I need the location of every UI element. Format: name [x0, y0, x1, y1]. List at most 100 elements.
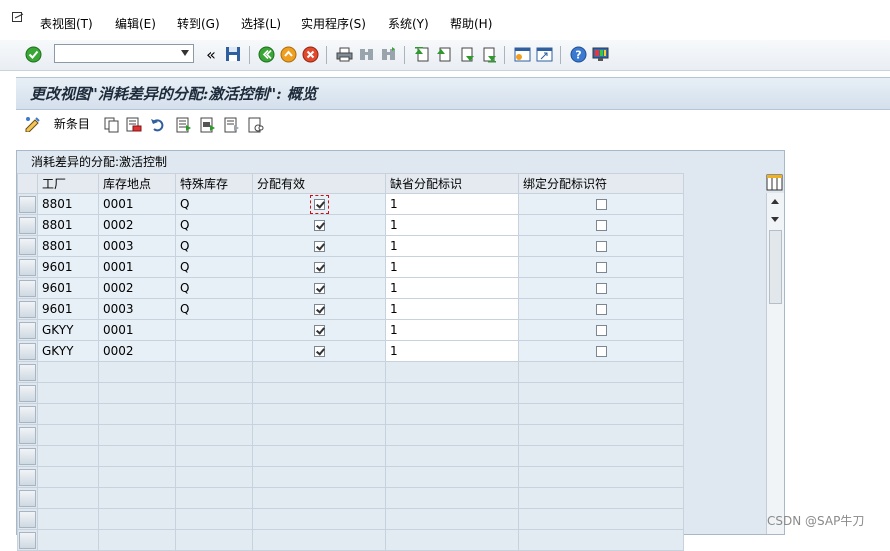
- row-select-button[interactable]: [19, 426, 36, 444]
- row-selector[interactable]: [17, 445, 38, 467]
- row-selector[interactable]: [17, 466, 38, 488]
- deselect-all-icon[interactable]: [224, 117, 240, 136]
- next-page-icon[interactable]: [457, 45, 475, 63]
- row-selector[interactable]: [17, 235, 38, 257]
- row-selector[interactable]: [17, 403, 38, 425]
- row-select-button[interactable]: [19, 237, 36, 255]
- save-icon[interactable]: [224, 45, 242, 63]
- cell-default-assignment-id[interactable]: 1: [385, 298, 519, 320]
- row-selector[interactable]: [17, 193, 38, 215]
- chevron-down-icon[interactable]: [181, 50, 189, 56]
- assignment-active-checkbox[interactable]: [313, 283, 325, 294]
- shortcut-icon[interactable]: [535, 45, 553, 63]
- row-selector[interactable]: [17, 508, 38, 530]
- row-selector[interactable]: [17, 424, 38, 446]
- row-selector[interactable]: [17, 298, 38, 320]
- row-selector[interactable]: [17, 214, 38, 236]
- find-icon[interactable]: [357, 45, 375, 63]
- find-next-icon[interactable]: [379, 45, 397, 63]
- copy-as-icon[interactable]: [104, 117, 120, 136]
- select-all-header[interactable]: [17, 173, 38, 194]
- delete-icon[interactable]: [126, 117, 142, 136]
- row-selector[interactable]: [17, 277, 38, 299]
- row-select-button[interactable]: [19, 363, 36, 381]
- menu-selection[interactable]: 选择(L): [241, 15, 281, 32]
- print-icon[interactable]: [335, 45, 353, 63]
- first-page-icon[interactable]: [413, 45, 431, 63]
- cell-default-assignment-id[interactable]: 1: [385, 235, 519, 257]
- bound-assignment-checkbox[interactable]: [595, 241, 607, 252]
- system-menu-icon[interactable]: [12, 12, 24, 23]
- row-selector[interactable]: [17, 361, 38, 383]
- table-settings-icon[interactable]: [766, 174, 783, 194]
- cell-default-assignment-id[interactable]: 1: [385, 340, 519, 362]
- menu-help[interactable]: 帮助(H): [450, 15, 492, 32]
- menu-table-view[interactable]: 表视图(T): [40, 15, 93, 32]
- cell-default-assignment-id[interactable]: 1: [385, 319, 519, 341]
- print-view-icon[interactable]: [248, 117, 264, 136]
- row-select-button[interactable]: [19, 384, 36, 402]
- column-header-default-assignment-id[interactable]: 缺省分配标识: [385, 173, 519, 194]
- scroll-up-icon[interactable]: [771, 199, 779, 204]
- row-select-button[interactable]: [19, 405, 36, 423]
- cell-default-assignment-id[interactable]: 1: [385, 256, 519, 278]
- scroll-down-icon[interactable]: [771, 217, 779, 222]
- row-select-button[interactable]: [19, 300, 36, 318]
- column-header-storage-location[interactable]: 库存地点: [98, 173, 176, 194]
- help-icon[interactable]: ?: [569, 45, 587, 63]
- bound-assignment-checkbox[interactable]: [595, 262, 607, 273]
- assignment-active-checkbox[interactable]: [309, 195, 329, 214]
- cell-default-assignment-id[interactable]: 1: [385, 277, 519, 299]
- bound-assignment-checkbox[interactable]: [595, 346, 607, 357]
- assignment-active-checkbox[interactable]: [313, 262, 325, 273]
- column-header-plant[interactable]: 工厂: [37, 173, 99, 194]
- assignment-active-checkbox[interactable]: [313, 220, 325, 231]
- menu-system[interactable]: 系统(Y): [388, 15, 429, 32]
- bound-assignment-checkbox[interactable]: [595, 304, 607, 315]
- row-select-button[interactable]: [19, 216, 36, 234]
- column-header-assignment-active[interactable]: 分配有效: [252, 173, 386, 194]
- row-selector[interactable]: [17, 382, 38, 404]
- row-selector[interactable]: [17, 319, 38, 341]
- menu-utilities[interactable]: 实用程序(S): [301, 15, 366, 32]
- menu-edit[interactable]: 编辑(E): [115, 15, 156, 32]
- vertical-scrollbar[interactable]: [766, 193, 784, 534]
- column-header-bound-assignment-id[interactable]: 绑定分配标识符: [518, 173, 684, 194]
- row-selector[interactable]: [17, 256, 38, 278]
- exit-icon[interactable]: [279, 45, 297, 63]
- bound-assignment-checkbox[interactable]: [595, 220, 607, 231]
- command-field[interactable]: [54, 44, 194, 63]
- cell-default-assignment-id[interactable]: 1: [385, 214, 519, 236]
- row-select-button[interactable]: [19, 468, 36, 486]
- bound-assignment-checkbox[interactable]: [595, 325, 607, 336]
- row-select-button[interactable]: [19, 258, 36, 276]
- row-select-button[interactable]: [19, 321, 36, 339]
- column-header-special-stock[interactable]: 特殊库存: [175, 173, 253, 194]
- back-icon[interactable]: [257, 45, 275, 63]
- enter-icon[interactable]: [24, 45, 42, 63]
- previous-page-icon[interactable]: [435, 45, 453, 63]
- row-select-button[interactable]: [19, 510, 36, 528]
- last-page-icon[interactable]: [479, 45, 497, 63]
- row-selector[interactable]: [17, 529, 38, 551]
- assignment-active-checkbox[interactable]: [313, 241, 325, 252]
- row-select-button[interactable]: [19, 447, 36, 465]
- row-selector[interactable]: [17, 340, 38, 362]
- cancel-icon[interactable]: [301, 45, 319, 63]
- history-button[interactable]: «: [202, 45, 220, 64]
- row-select-button[interactable]: [19, 342, 36, 360]
- bound-assignment-checkbox[interactable]: [595, 199, 607, 210]
- row-select-button[interactable]: [19, 531, 36, 549]
- bound-assignment-checkbox[interactable]: [595, 283, 607, 294]
- select-block-icon[interactable]: [200, 117, 216, 136]
- assignment-active-checkbox[interactable]: [313, 325, 325, 336]
- row-select-button[interactable]: [19, 195, 36, 213]
- menu-goto[interactable]: 转到(G): [177, 15, 220, 32]
- row-select-button[interactable]: [19, 279, 36, 297]
- create-session-icon[interactable]: [513, 45, 531, 63]
- scrollbar-thumb[interactable]: [769, 230, 782, 304]
- assignment-active-checkbox[interactable]: [313, 304, 325, 315]
- customize-layout-icon[interactable]: [591, 45, 609, 63]
- new-entries-button[interactable]: 新条目: [24, 115, 90, 132]
- row-selector[interactable]: [17, 487, 38, 509]
